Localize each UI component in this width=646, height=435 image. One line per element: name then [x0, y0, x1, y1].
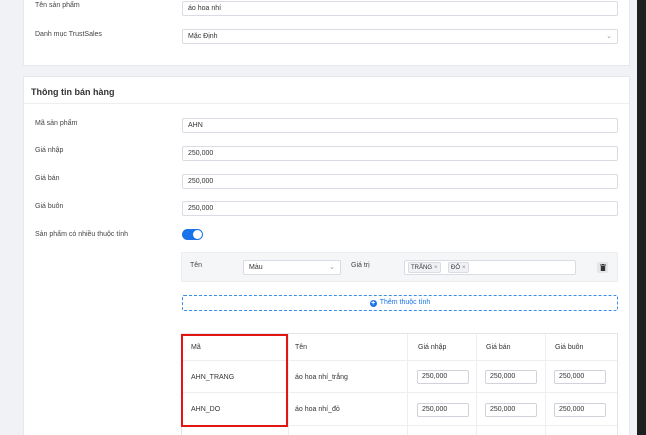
product-code-value: AHN: [188, 122, 203, 129]
product-name-label: Tên sản phẩm: [35, 2, 80, 9]
header-sell-price: Giá bán: [486, 344, 511, 351]
variant-sell-price: 250,000: [490, 373, 516, 380]
import-price-input[interactable]: 250,000: [182, 146, 618, 161]
sell-price-value: 250,000: [188, 178, 214, 185]
column-divider: [288, 334, 289, 435]
import-price-label: Giá nhập: [35, 147, 64, 154]
wholesale-price-input[interactable]: 250,000: [182, 201, 618, 216]
variant-import-price-input[interactable]: 250,000: [417, 370, 469, 384]
sell-price-input[interactable]: 250,000: [182, 174, 618, 189]
variant-wholesale-price: 250,000: [559, 373, 585, 380]
attr-name-value: Màu: [249, 264, 263, 271]
variant-name: áo hoa nhí_đỏ: [295, 406, 340, 413]
variant-sell-price-input[interactable]: 250,000: [485, 403, 537, 417]
attr-value-tag[interactable]: TRẮNG ×: [408, 262, 441, 273]
variant-sell-price-input[interactable]: 250,000: [485, 370, 537, 384]
divider: [24, 103, 629, 104]
tag-label: TRẮNG: [411, 265, 432, 271]
multi-attr-toggle[interactable]: [182, 229, 203, 240]
chevron-down-icon: ⌄: [606, 33, 612, 40]
header-import-price: Giá nhập: [418, 344, 447, 351]
sell-price-label: Giá bán: [35, 175, 60, 182]
category-value: Mặc Định: [188, 33, 218, 40]
import-price-value: 250,000: [188, 150, 214, 157]
background-strip: [637, 0, 646, 435]
category-label: Danh mục TrustSales: [35, 31, 102, 38]
add-attribute-label: Thêm thuộc tính: [379, 299, 431, 306]
attr-name-select[interactable]: Màu ⌄: [243, 260, 341, 275]
section-title: Thông tin bán hàng: [31, 87, 115, 97]
header-wholesale-price: Giá buôn: [555, 344, 584, 351]
toggle-knob: [193, 230, 202, 239]
multi-attr-label: Sản phẩm có nhiều thuộc tính: [35, 231, 129, 238]
tag-label: ĐỎ: [451, 265, 460, 271]
close-icon[interactable]: ×: [434, 265, 438, 271]
variant-name: áo hoa nhí_trắng: [295, 374, 348, 381]
attr-values-input[interactable]: TRẮNG × ĐỎ ×: [404, 260, 576, 275]
variant-wholesale-price-input[interactable]: 250,000: [554, 403, 606, 417]
product-code-input[interactable]: AHN: [182, 118, 618, 133]
chevron-down-icon: ⌄: [329, 264, 335, 271]
attr-name-label: Tên: [190, 262, 203, 269]
product-name-value: áo hoa nhí: [188, 5, 222, 12]
product-code-label: Mã sản phẩm: [35, 120, 78, 127]
close-icon[interactable]: ×: [462, 265, 466, 271]
variant-sell-price: 250,000: [490, 406, 516, 413]
wholesale-price-label: Giá buôn: [35, 203, 64, 210]
add-attribute-button[interactable]: + Thêm thuộc tính: [182, 295, 618, 311]
variant-import-price: 250,000: [422, 406, 448, 413]
trash-icon: [599, 264, 606, 271]
wholesale-price-value: 250,000: [188, 205, 214, 212]
delete-attribute-button[interactable]: [597, 262, 608, 273]
variant-import-price-input[interactable]: 250,000: [417, 403, 469, 417]
product-name-input[interactable]: áo hoa nhí: [182, 1, 618, 16]
column-divider: [407, 334, 408, 435]
category-select[interactable]: Mặc Định ⌄: [182, 29, 618, 44]
variant-import-price: 250,000: [422, 373, 448, 380]
column-divider: [545, 334, 546, 435]
attr-values-label: Giá trị: [351, 262, 370, 269]
variant-wholesale-price: 250,000: [559, 406, 585, 413]
variant-wholesale-price-input[interactable]: 250,000: [554, 370, 606, 384]
plus-icon: +: [369, 300, 377, 307]
attr-value-tag[interactable]: ĐỎ ×: [448, 262, 469, 273]
column-divider: [476, 334, 477, 435]
product-form-panel: Tên sản phẩm áo hoa nhí Danh mục TrustSa…: [0, 0, 637, 435]
annotation-highlight-box: [181, 334, 288, 427]
header-name: Tên: [295, 344, 308, 351]
